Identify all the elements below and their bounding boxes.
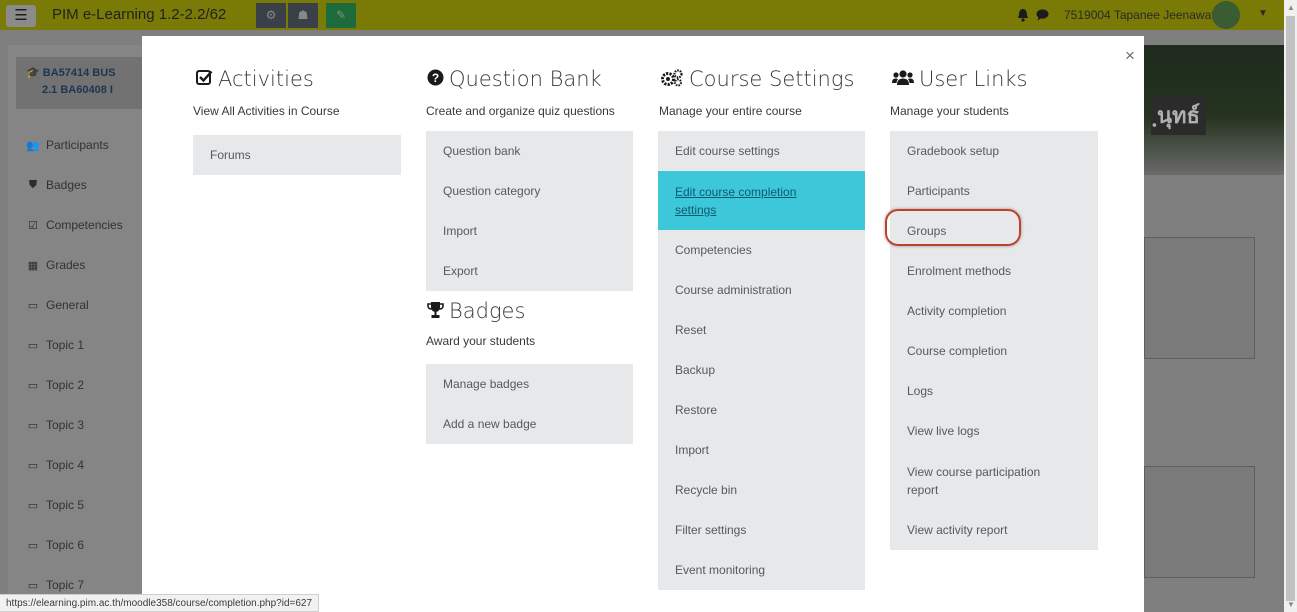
shield-icon: ⛊ — [28, 178, 38, 191]
menu-item-edit-course-completion-settings[interactable]: Edit course completion settings — [658, 171, 865, 230]
menu-item-backup[interactable]: Backup — [658, 350, 865, 390]
folder-icon: ▭ — [27, 539, 39, 552]
user-links-menu: Gradebook setup Participants Groups Enro… — [890, 131, 1098, 550]
drawer-course-line: 2.1 BA60408 I — [42, 84, 113, 96]
drawer-item-competencies[interactable]: ☑ Competencies — [26, 215, 123, 235]
drawer-item-topic-6[interactable]: ▭ Topic 6 — [26, 535, 84, 555]
course-settings-menu: Edit course settings Edit course complet… — [658, 131, 865, 590]
sitemap-icon[interactable]: ☗ — [288, 3, 318, 28]
menu-item-activity-completion[interactable]: Activity completion — [890, 291, 1098, 331]
menu-item-course-administration[interactable]: Course administration — [658, 270, 865, 310]
menu-item-participants[interactable]: Participants — [890, 171, 1098, 211]
menu-item-view-live-logs[interactable]: View live logs — [890, 411, 1098, 451]
check-square-icon: ☑ — [28, 219, 38, 232]
folder-icon: ▭ — [27, 499, 39, 512]
chat-icon[interactable] — [1036, 8, 1049, 21]
menu-item-recycle-bin[interactable]: Recycle bin — [658, 470, 865, 510]
menu-item-question-category[interactable]: Question category — [426, 171, 633, 211]
check-square-icon — [196, 69, 213, 89]
close-icon[interactable]: × — [1123, 47, 1137, 64]
menu-item-filter-settings[interactable]: Filter settings — [658, 510, 865, 550]
menu-item-import[interactable]: Import — [426, 211, 633, 251]
folder-icon: ▭ — [27, 419, 39, 432]
activities-menu: Forums — [193, 135, 401, 175]
menu-item-import[interactable]: Import — [658, 430, 865, 470]
menu-item-add-badge[interactable]: Add a new badge — [426, 404, 633, 444]
folder-icon: ▭ — [27, 459, 39, 472]
drawer-item-topic-3[interactable]: ▭ Topic 3 — [26, 415, 84, 435]
activities-subtitle: View All Activities in Course — [193, 104, 340, 118]
course-settings-subtitle: Manage your entire course — [659, 104, 802, 118]
badges-menu: Manage badges Add a new badge — [426, 364, 633, 444]
question-bank-subtitle: Create and organize quiz questions — [426, 104, 615, 118]
menu-item-view-course-participation-report[interactable]: View course participation report — [890, 451, 1098, 510]
user-links-subtitle: Manage your students — [890, 104, 1009, 118]
trophy-icon — [427, 301, 444, 322]
menu-item-edit-course-settings[interactable]: Edit course settings — [658, 131, 865, 171]
menu-item-view-activity-report[interactable]: View activity report — [890, 510, 1098, 550]
folder-icon: ▭ — [27, 339, 39, 352]
caret-down-icon[interactable]: ▼ — [1258, 8, 1268, 19]
bell-icon[interactable] — [1017, 8, 1029, 22]
table-icon: ▦ — [27, 259, 39, 272]
scroll-down-icon[interactable]: ▼ — [1287, 600, 1295, 609]
course-drawer: 🎓 BA57414 BUS 2.1 BA60408 I 👥 Participant… — [8, 45, 142, 612]
svg-text:?: ? — [432, 71, 439, 85]
menu-item-course-completion[interactable]: Course completion — [890, 331, 1098, 371]
question-circle-icon: ? — [427, 69, 444, 89]
content-block — [1144, 466, 1255, 578]
site-title[interactable]: PIM e-Learning 1.2-2.2/62 — [52, 6, 226, 23]
drawer-item-topic-5[interactable]: ▭ Topic 5 — [26, 495, 84, 515]
drawer-item-general[interactable]: ▭ General — [26, 295, 89, 315]
avatar[interactable] — [1212, 1, 1240, 29]
scrollbar-thumb[interactable] — [1286, 16, 1295, 601]
badges-heading: Badges — [427, 299, 525, 323]
graduation-cap-icon: 🎓 — [26, 67, 40, 79]
menu-icon[interactable]: ☰ — [6, 5, 36, 27]
content-block — [1144, 237, 1255, 359]
status-bar-url: https://elearning.pim.ac.th/moodle358/co… — [0, 594, 320, 612]
scroll-up-icon[interactable]: ▲ — [1287, 3, 1295, 12]
menu-item-export[interactable]: Export — [426, 251, 633, 291]
activities-heading: Activities — [196, 67, 314, 91]
drawer-item-badges[interactable]: ⛊ Badges — [26, 175, 87, 195]
menu-item-reset[interactable]: Reset — [658, 310, 865, 350]
course-title-fragment: ฺนุทธ์ — [1151, 96, 1206, 135]
menu-item-gradebook-setup[interactable]: Gradebook setup — [890, 131, 1098, 171]
menu-item-manage-badges[interactable]: Manage badges — [426, 364, 633, 404]
menu-item-restore[interactable]: Restore — [658, 390, 865, 430]
page-scrollbar[interactable]: ▲ ▼ — [1284, 0, 1297, 612]
groups-highlight-ring — [885, 209, 1021, 246]
menu-item-competencies[interactable]: Competencies — [658, 230, 865, 270]
user-name[interactable]: 7519004 Tapanee Jeenawat — [1064, 8, 1215, 22]
course-settings-heading: Course Settings — [660, 67, 854, 91]
menu-item-question-bank[interactable]: Question bank — [426, 131, 633, 171]
gear-icon[interactable]: ⚙ — [256, 3, 286, 28]
drawer-item-topic-1[interactable]: ▭ Topic 1 — [26, 335, 84, 355]
users-icon — [892, 69, 914, 89]
user-links-heading: User Links — [892, 67, 1028, 91]
question-bank-heading: ? Question Bank — [427, 67, 602, 91]
menu-item-enrolment-methods[interactable]: Enrolment methods — [890, 251, 1098, 291]
edit-icon[interactable]: ✎ — [326, 3, 356, 28]
folder-icon: ▭ — [27, 379, 39, 392]
menu-item-event-monitoring[interactable]: Event monitoring — [658, 550, 865, 590]
drawer-course-link[interactable]: 🎓 BA57414 BUS 2.1 BA60408 I — [16, 57, 142, 109]
drawer-course-line: 🎓 BA57414 BUS — [26, 67, 116, 79]
badges-subtitle: Award your students — [426, 334, 536, 348]
drawer-item-topic-7[interactable]: ▭ Topic 7 — [26, 575, 84, 595]
top-navbar: ☰ PIM e-Learning 1.2-2.2/62 ⚙ ☗ ✎ 751900… — [0, 0, 1284, 30]
question-bank-menu: Question bank Question category Import E… — [426, 131, 633, 291]
drawer-item-topic-2[interactable]: ▭ Topic 2 — [26, 375, 84, 395]
drawer-item-participants[interactable]: 👥 Participants — [26, 135, 109, 155]
drawer-item-topic-4[interactable]: ▭ Topic 4 — [26, 455, 84, 475]
folder-icon: ▭ — [27, 299, 39, 312]
drawer-item-grades[interactable]: ▦ Grades — [26, 255, 86, 275]
menu-item-forums[interactable]: Forums — [193, 135, 401, 175]
users-icon: 👥 — [26, 139, 40, 152]
cogs-icon — [660, 68, 684, 90]
folder-icon: ▭ — [27, 579, 39, 592]
menu-item-logs[interactable]: Logs — [890, 371, 1098, 411]
